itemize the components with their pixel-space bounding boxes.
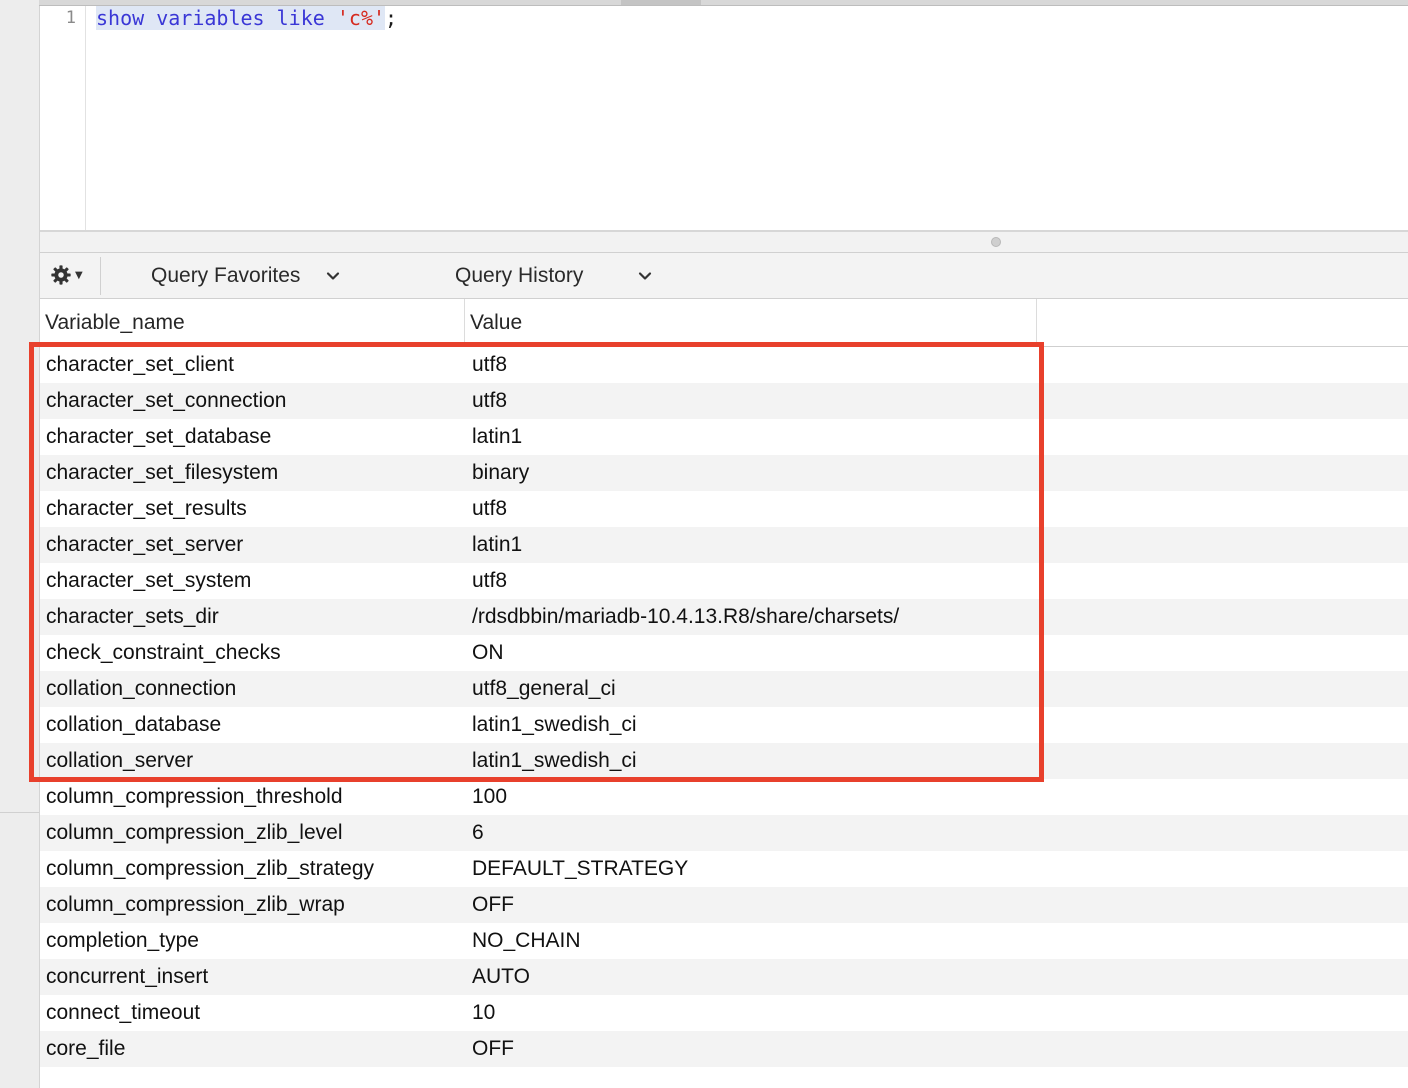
table-row[interactable]: collation_database latin1_swedish_ci bbox=[40, 707, 1408, 743]
table-row[interactable]: character_set_results utf8 bbox=[40, 491, 1408, 527]
statement-terminator: ; bbox=[385, 6, 398, 30]
column-header-value[interactable]: Value bbox=[465, 299, 1037, 346]
top-edge-tab[interactable] bbox=[621, 0, 701, 5]
cell-value[interactable]: DEFAULT_STRATEGY bbox=[472, 851, 688, 887]
table-row[interactable]: column_compression_zlib_wrap OFF bbox=[40, 887, 1408, 923]
cell-variable-name[interactable]: character_set_connection bbox=[46, 383, 287, 419]
table-row[interactable]: character_set_system utf8 bbox=[40, 563, 1408, 599]
settings-menu-button[interactable]: ▼ bbox=[50, 262, 92, 288]
table-row[interactable]: connect_timeout 10 bbox=[40, 995, 1408, 1031]
cell-variable-name[interactable]: check_constraint_checks bbox=[46, 635, 281, 671]
cell-value[interactable]: /rdsdbbin/mariadb-10.4.13.R8/share/chars… bbox=[472, 599, 899, 635]
query-history-menu[interactable]: Query History bbox=[455, 263, 652, 289]
cell-variable-name[interactable]: column_compression_zlib_wrap bbox=[46, 887, 345, 923]
query-editor[interactable]: 1 show variables like 'c%'; bbox=[40, 6, 1408, 230]
table-row[interactable]: character_set_connection utf8 bbox=[40, 383, 1408, 419]
chevron-down-icon bbox=[327, 272, 340, 280]
query-favorites-menu[interactable]: Query Favorites bbox=[151, 263, 340, 289]
keyword-show: show bbox=[96, 6, 145, 30]
line-number: 1 bbox=[65, 8, 76, 28]
cell-variable-name[interactable]: character_set_filesystem bbox=[46, 455, 278, 491]
table-row[interactable]: column_compression_zlib_level 6 bbox=[40, 815, 1408, 851]
cell-value[interactable]: latin1_swedish_ci bbox=[472, 707, 637, 743]
toolbar-separator bbox=[100, 257, 101, 295]
cell-variable-name[interactable]: collation_server bbox=[46, 743, 193, 779]
cell-value[interactable]: utf8_general_ci bbox=[472, 671, 616, 707]
table-row[interactable]: character_set_filesystem binary bbox=[40, 455, 1408, 491]
cell-value[interactable]: OFF bbox=[472, 1031, 514, 1067]
table-row[interactable]: character_sets_dir/rdsdbbin/mariadb-10.4… bbox=[40, 599, 1408, 635]
table-row[interactable]: character_set_client utf8 bbox=[40, 347, 1408, 383]
cell-variable-name[interactable]: connect_timeout bbox=[46, 995, 200, 1031]
cell-value[interactable]: utf8 bbox=[472, 563, 507, 599]
keyword-like: like bbox=[276, 6, 325, 30]
query-favorites-label: Query Favorites bbox=[151, 264, 301, 287]
query-history-label: Query History bbox=[455, 264, 584, 287]
cell-variable-name[interactable]: concurrent_insert bbox=[46, 959, 208, 995]
cell-variable-name[interactable]: column_compression_zlib_strategy bbox=[46, 851, 374, 887]
splitter-handle[interactable] bbox=[991, 237, 1001, 247]
caret-down-icon: ▼ bbox=[75, 269, 83, 281]
results-grid: character_set_client utf8 character_set_co… bbox=[40, 347, 1408, 1067]
cell-variable-name[interactable]: core_file bbox=[46, 1031, 125, 1067]
table-row[interactable]: column_compression_threshold 100 bbox=[40, 779, 1408, 815]
cell-value[interactable]: AUTO bbox=[472, 959, 530, 995]
cell-value[interactable]: NO_CHAIN bbox=[472, 923, 581, 959]
table-row[interactable]: concurrent_insert AUTO bbox=[40, 959, 1408, 995]
keyword-variables: variables bbox=[156, 6, 265, 30]
cell-variable-name[interactable]: character_set_client bbox=[46, 347, 234, 383]
results-header: Variable_name Value bbox=[40, 299, 1408, 347]
cell-value[interactable]: 10 bbox=[472, 995, 495, 1031]
code-selection: show variables like 'c%' bbox=[96, 6, 386, 30]
table-row[interactable]: check_constraint_checks ON bbox=[40, 635, 1408, 671]
table-row[interactable]: character_set_database latin1 bbox=[40, 419, 1408, 455]
cell-value[interactable]: utf8 bbox=[472, 347, 507, 383]
column-header-variable-name[interactable]: Variable_name bbox=[40, 299, 465, 346]
cell-value[interactable]: latin1 bbox=[472, 419, 522, 455]
cell-value[interactable]: utf8 bbox=[472, 383, 507, 419]
cell-value[interactable]: latin1_swedish_ci bbox=[472, 743, 637, 779]
table-row[interactable]: column_compression_zlib_strategy DEFAULT_… bbox=[40, 851, 1408, 887]
string-literal: 'c%' bbox=[336, 6, 386, 30]
cell-value[interactable]: binary bbox=[472, 455, 529, 491]
cell-variable-name[interactable]: character_set_database bbox=[46, 419, 271, 455]
cell-variable-name[interactable]: character_set_server bbox=[46, 527, 243, 563]
cell-variable-name[interactable]: collation_connection bbox=[46, 671, 236, 707]
cell-variable-name[interactable]: column_compression_zlib_level bbox=[46, 815, 342, 851]
code-line[interactable]: show variables like 'c%'; bbox=[96, 6, 397, 30]
cell-value[interactable]: utf8 bbox=[472, 491, 507, 527]
table-row[interactable]: completion_type NO_CHAIN bbox=[40, 923, 1408, 959]
cell-value[interactable]: ON bbox=[472, 635, 504, 671]
line-number-gutter: 1 bbox=[40, 6, 86, 230]
gear-icon bbox=[51, 265, 71, 285]
left-sidebar bbox=[0, 0, 40, 1088]
cell-value[interactable]: OFF bbox=[472, 887, 514, 923]
chevron-down-icon bbox=[639, 272, 652, 280]
cell-variable-name[interactable]: completion_type bbox=[46, 923, 199, 959]
cell-variable-name[interactable]: character_sets_dir bbox=[46, 599, 219, 635]
cell-variable-name[interactable]: collation_database bbox=[46, 707, 221, 743]
table-row[interactable]: core_file OFF bbox=[40, 1031, 1408, 1067]
pane-splitter[interactable] bbox=[40, 230, 1408, 253]
table-row[interactable]: collation_server latin1_swedish_ci bbox=[40, 743, 1408, 779]
query-toolbar: ▼ Query Favorites Query History bbox=[40, 253, 1408, 299]
cell-value[interactable]: latin1 bbox=[472, 527, 522, 563]
cell-value[interactable]: 6 bbox=[472, 815, 484, 851]
cell-variable-name[interactable]: character_set_system bbox=[46, 563, 251, 599]
cell-value[interactable]: 100 bbox=[472, 779, 507, 815]
cell-variable-name[interactable]: column_compression_threshold bbox=[46, 779, 343, 815]
table-row[interactable]: character_set_server latin1 bbox=[40, 527, 1408, 563]
cell-variable-name[interactable]: character_set_results bbox=[46, 491, 247, 527]
sidebar-divider bbox=[0, 812, 39, 813]
table-row[interactable]: collation_connection utf8_general_ci bbox=[40, 671, 1408, 707]
